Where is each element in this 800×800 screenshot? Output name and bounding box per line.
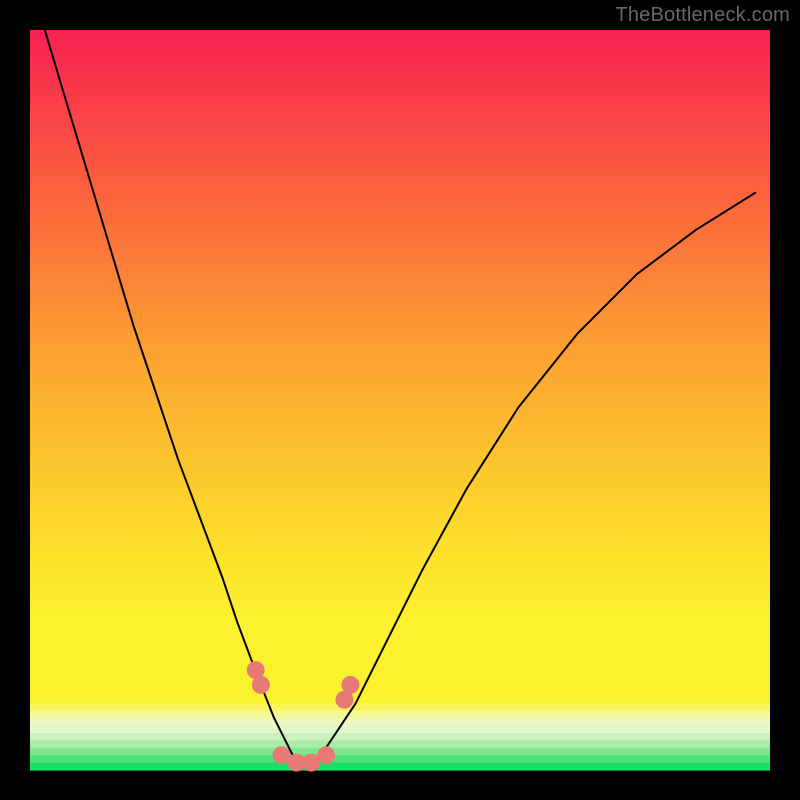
gradient-band xyxy=(30,733,770,741)
highlight-point xyxy=(317,746,335,764)
gradient-band xyxy=(30,726,770,734)
gradient-band xyxy=(30,703,770,711)
watermark-text: TheBottleneck.com xyxy=(615,4,790,27)
gradient-band xyxy=(30,696,770,704)
gradient-area xyxy=(30,30,770,696)
gradient-band xyxy=(30,711,770,719)
gradient-band xyxy=(30,740,770,748)
gradient-band xyxy=(30,763,770,771)
gradient-band xyxy=(30,718,770,726)
chart-frame: TheBottleneck.com xyxy=(0,0,800,800)
highlight-point xyxy=(252,676,270,694)
bottleneck-chart xyxy=(0,0,800,800)
highlight-point xyxy=(341,676,359,694)
gradient-band xyxy=(30,755,770,763)
gradient-band xyxy=(30,748,770,756)
